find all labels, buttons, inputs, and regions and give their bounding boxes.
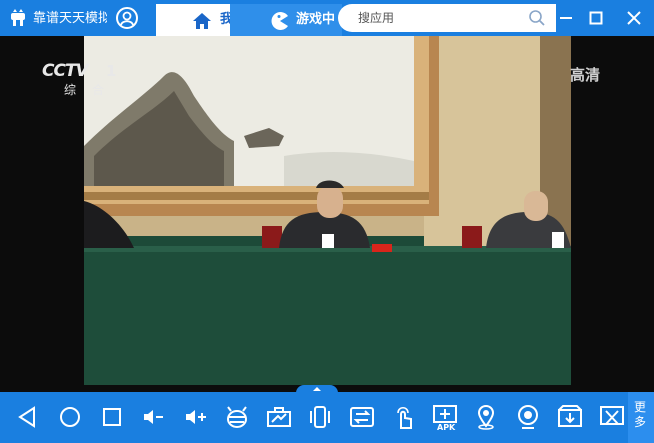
screenshot-icon [600, 406, 624, 425]
volume-up-button[interactable] [181, 402, 211, 432]
shake-icon [310, 406, 330, 428]
tab-games-label: 游戏中 [296, 12, 336, 27]
shake-button[interactable] [305, 402, 335, 432]
close-icon[interactable] [624, 8, 644, 28]
minimize-icon[interactable] [556, 8, 576, 28]
channel-number: 1 [106, 62, 117, 80]
apk-label: APK [437, 423, 456, 432]
maximize-icon[interactable] [586, 8, 606, 28]
install-apk-button[interactable]: APK [430, 402, 460, 432]
toolbox-button[interactable] [264, 402, 294, 432]
tab-home-label: 我 [220, 12, 230, 27]
camera-icon [518, 405, 538, 429]
tab-home[interactable]: 我 [156, 4, 230, 36]
volume-up-icon [186, 410, 206, 424]
more-button[interactable]: 更多 [628, 392, 654, 443]
app-logo-icon [11, 9, 25, 26]
download-button[interactable] [555, 402, 585, 432]
user-icon[interactable] [116, 7, 138, 29]
search-input[interactable] [358, 9, 518, 27]
home-button[interactable] [55, 402, 85, 432]
channel-subtitle: 综合 [64, 83, 121, 97]
search-box[interactable] [338, 4, 556, 32]
back-icon [18, 406, 35, 428]
bottom-toolbar: APK 更多 [0, 392, 654, 443]
home-icon [193, 13, 211, 29]
pacman-icon [271, 12, 288, 30]
more-label: 更多 [634, 400, 647, 429]
toolbox-icon [267, 407, 291, 427]
bee-icon [227, 406, 247, 428]
quality-badge: 高清 [570, 66, 601, 84]
touch-icon [397, 406, 412, 429]
touch-button[interactable] [389, 402, 419, 432]
app-title: 靠谱天天模拟器 [33, 11, 107, 26]
video-scene [84, 36, 571, 385]
back-button[interactable] [12, 402, 42, 432]
search-icon[interactable] [528, 9, 546, 27]
channel-logo: CCTV [42, 61, 89, 81]
video-frame[interactable] [84, 36, 571, 385]
sync-button[interactable] [347, 402, 377, 432]
title-bar: 靠谱天天模拟器 我 游戏中 [0, 0, 654, 36]
bee-button[interactable] [222, 402, 252, 432]
volume-down-button[interactable] [139, 402, 169, 432]
tab-games[interactable]: 游戏中 [230, 4, 342, 36]
screenshot-button[interactable] [597, 402, 627, 432]
recent-apps-button[interactable] [97, 402, 127, 432]
volume-down-icon [144, 410, 163, 424]
camera-button[interactable] [513, 402, 543, 432]
home-circle-icon [60, 407, 80, 427]
download-icon [558, 405, 582, 427]
location-icon [477, 404, 495, 430]
recent-apps-icon [103, 408, 121, 426]
location-button[interactable] [471, 402, 501, 432]
sync-icon [350, 407, 374, 427]
